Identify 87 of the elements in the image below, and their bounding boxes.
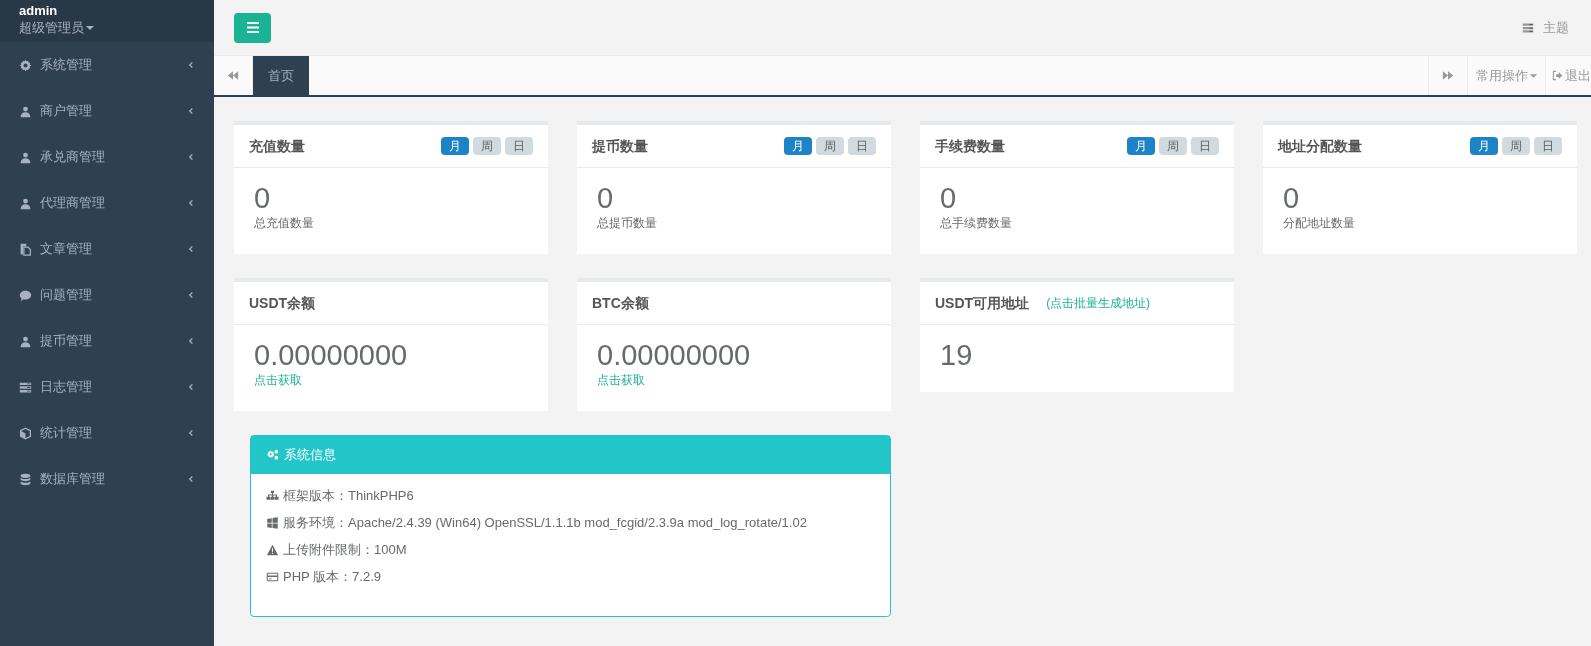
- chevron-icon: [188, 107, 195, 115]
- sidebar-item[interactable]: 统计管理: [0, 410, 214, 456]
- stat-caption: 总手续费数量: [940, 215, 1013, 232]
- stat-value: 0: [1283, 182, 1301, 214]
- chevron-icon: [188, 61, 195, 69]
- fetch-link[interactable]: 点击获取: [597, 371, 645, 389]
- period-button[interactable]: 日: [848, 137, 876, 155]
- menu-icon: [246, 22, 259, 33]
- period-button[interactable]: 月: [441, 137, 469, 155]
- period-button[interactable]: 周: [1159, 137, 1187, 155]
- period-button[interactable]: 月: [1127, 137, 1155, 155]
- sidebar-item[interactable]: 日志管理: [0, 364, 214, 410]
- page-tab[interactable]: 首页: [253, 56, 309, 95]
- stat-value: 0: [940, 182, 958, 214]
- info-text: PHP 版本：7.2.9: [283, 568, 382, 586]
- sidebar-item[interactable]: 承兑商管理: [0, 134, 214, 180]
- info-text: 服务环境：Apache/2.4.39 (Win64) OpenSSL/1.1.1b mod_fcgid/2.3.9a mod_log_rotate/1.02: [283, 514, 807, 532]
- sidebar-item[interactable]: 系统管理: [0, 42, 214, 88]
- stat-caption: 总提币数量: [597, 215, 658, 232]
- chevron-icon: [188, 475, 195, 483]
- sidebar-item[interactable]: 文章管理: [0, 226, 214, 272]
- sign-out-icon: [1552, 70, 1563, 81]
- user-icon: [19, 104, 32, 118]
- stat-caption: 总充值数量: [254, 215, 315, 232]
- chevron-icon: [188, 245, 195, 253]
- period-button[interactable]: 周: [473, 137, 501, 155]
- period-button[interactable]: 周: [816, 137, 844, 155]
- card-title: 地址分配数量: [1278, 136, 1362, 156]
- chevron-icon: [188, 153, 195, 161]
- info-text: 上传附件限制：100M: [283, 541, 407, 559]
- stat-value: 0: [597, 182, 615, 214]
- logout-button[interactable]: 退出: [1545, 56, 1591, 95]
- speech-bubble-icon: [19, 288, 32, 302]
- caret-icon: [86, 26, 94, 30]
- card-title: USDT可用地址: [935, 293, 1030, 313]
- card-title: 充值数量: [249, 136, 305, 156]
- sidebar-item[interactable]: 问题管理: [0, 272, 214, 318]
- list-icon: [19, 380, 32, 394]
- period-button[interactable]: 日: [1534, 137, 1562, 155]
- period-button[interactable]: 月: [784, 137, 812, 155]
- role-dropdown[interactable]: 超级管理员: [19, 19, 94, 37]
- user-icon: [19, 334, 32, 348]
- generate-address-link[interactable]: (点击批量生成地址): [1046, 294, 1151, 312]
- fetch-link[interactable]: 点击获取: [254, 371, 302, 389]
- period-button[interactable]: 日: [505, 137, 533, 155]
- sidebar-item[interactable]: 提币管理: [0, 318, 214, 364]
- list-icon: [1521, 21, 1535, 34]
- gears-icon: [266, 449, 280, 461]
- sidebar-item[interactable]: 数据库管理: [0, 456, 214, 502]
- chevron-icon: [188, 337, 195, 345]
- sitemap-icon: [266, 490, 279, 502]
- sidebar-item[interactable]: 代理商管理: [0, 180, 214, 226]
- operations-dropdown[interactable]: 常用操作: [1467, 56, 1545, 95]
- chevron-icon: [188, 429, 195, 437]
- card-title: USDT余额: [249, 293, 316, 313]
- double-left-icon: [227, 70, 239, 81]
- card-title: 手续费数量: [935, 136, 1005, 156]
- chevron-icon: [188, 199, 195, 207]
- stat-value: 0: [254, 182, 272, 214]
- credit-card-icon: [266, 571, 279, 583]
- card-title: BTC余额: [592, 293, 649, 313]
- panel-title: 系统信息: [284, 446, 336, 465]
- chevron-icon: [188, 383, 195, 391]
- chevron-icon: [188, 291, 195, 299]
- sidebar-item[interactable]: 商户管理: [0, 88, 214, 134]
- menu-button[interactable]: [234, 12, 271, 43]
- gear-icon: [19, 58, 32, 72]
- stat-caption: 分配地址数量: [1283, 215, 1356, 232]
- stat-value: 19: [940, 339, 974, 371]
- cube-icon: [19, 426, 32, 440]
- period-button[interactable]: 日: [1191, 137, 1219, 155]
- windows-icon: [266, 517, 279, 529]
- double-right-icon: [1442, 70, 1454, 81]
- stat-value: 0.00000000: [254, 339, 409, 371]
- user-icon: [19, 150, 32, 164]
- period-button[interactable]: 周: [1502, 137, 1530, 155]
- caret-icon: [1530, 73, 1537, 78]
- copy-icon: [19, 242, 32, 256]
- user-icon: [19, 196, 32, 210]
- warning-icon: [266, 544, 279, 556]
- database-icon: [19, 472, 32, 486]
- period-button[interactable]: 月: [1470, 137, 1498, 155]
- user-name: admin: [19, 3, 59, 19]
- stat-value: 0.00000000: [597, 339, 752, 371]
- card-title: 提币数量: [592, 136, 648, 156]
- theme-button[interactable]: 主题: [1521, 17, 1569, 38]
- info-text: 框架版本：ThinkPHP6: [283, 487, 414, 505]
